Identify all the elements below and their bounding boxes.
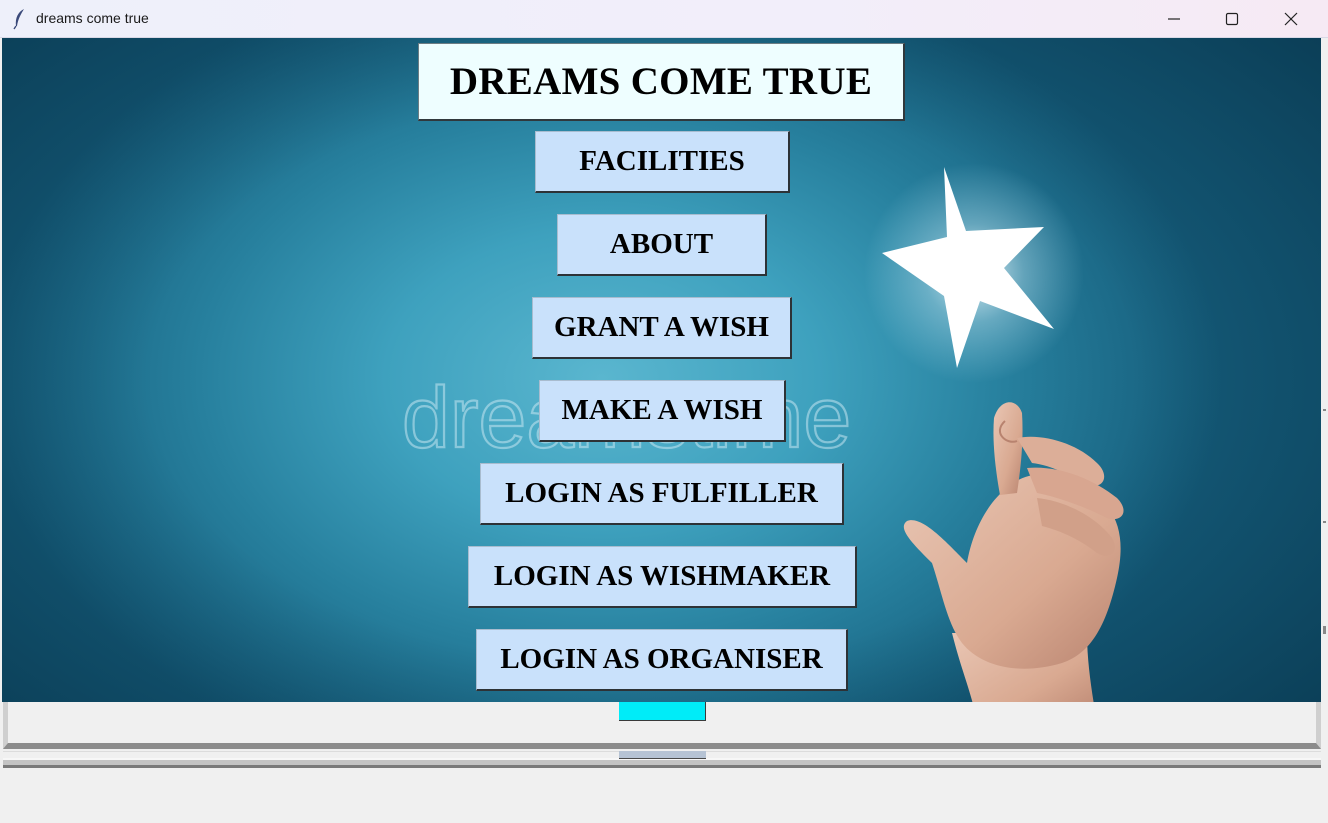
maximize-button[interactable] — [1203, 0, 1261, 38]
feather-icon — [13, 9, 24, 30]
minimize-icon — [1168, 18, 1180, 20]
window-right-edge — [1321, 38, 1328, 823]
maximize-icon — [1225, 12, 1239, 26]
close-button[interactable] — [1262, 0, 1320, 38]
separator-bar — [3, 758, 1321, 768]
edge-tick — [1323, 521, 1326, 523]
star-icon — [864, 163, 1084, 383]
minimize-button[interactable] — [1145, 0, 1203, 38]
grant-a-wish-button[interactable]: GRANT A WISH — [532, 297, 792, 359]
hand-image — [903, 402, 1124, 702]
facilities-button[interactable]: FACILITIES — [535, 131, 790, 193]
about-button[interactable]: ABOUT — [557, 214, 767, 276]
make-a-wish-button[interactable]: MAKE A WISH — [539, 380, 786, 442]
small-bar[interactable] — [619, 751, 706, 759]
page-title: DREAMS COME TRUE — [418, 43, 905, 121]
edge-tick — [1323, 409, 1326, 411]
window-title: dreams come true — [36, 10, 149, 26]
login-as-fulfiller-button[interactable]: LOGIN AS FULFILLER — [480, 463, 844, 525]
cyan-accent-bar[interactable] — [619, 702, 706, 721]
title-bar: dreams come true — [0, 0, 1328, 38]
login-as-wishmaker-button[interactable]: LOGIN AS WISHMAKER — [468, 546, 857, 608]
close-icon — [1284, 12, 1298, 26]
login-as-organiser-button[interactable]: LOGIN AS ORGANISER — [476, 629, 848, 691]
edge-tick — [1323, 626, 1326, 634]
